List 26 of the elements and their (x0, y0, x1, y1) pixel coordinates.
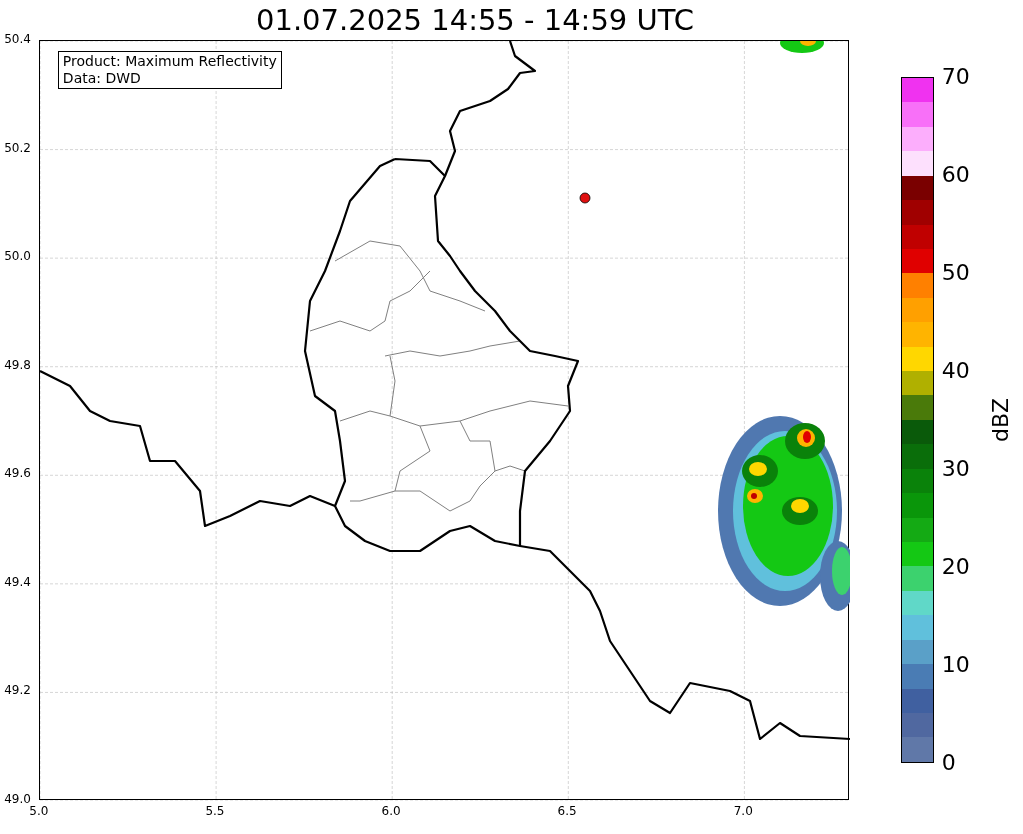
y-tick-label: 49.8 (4, 358, 31, 371)
chart-title: 01.07.2025 14:55 - 14:59 UTC (255, 5, 694, 35)
colorbar-tick-label: 30 (941, 458, 970, 480)
colorbar-tick-label: 40 (941, 360, 970, 382)
y-tick-label: 49.0 (4, 793, 31, 805)
y-tick-label: 49.6 (4, 467, 31, 480)
info-text: Data: DWD (62, 70, 142, 87)
location-marker (579, 192, 591, 204)
colorbar-tick-label: 70 (941, 66, 970, 88)
x-tick-label: 6.0 (381, 805, 401, 817)
colorbar-tick-label: 60 (941, 164, 970, 186)
y-tick-label: 50.2 (4, 141, 31, 154)
x-tick-label: 7.0 (733, 805, 753, 817)
y-tick-label: 50.4 (4, 33, 31, 45)
colorbar-label: dBZ (989, 397, 1012, 443)
colorbar-tick-label: 0 (941, 752, 956, 774)
colorbar-tick-label: 10 (941, 654, 970, 676)
x-tick-label: 5.5 (205, 805, 225, 817)
colorbar-tick-label: 20 (941, 556, 970, 578)
x-tick-label: 5.0 (29, 805, 49, 817)
y-tick-label: 49.4 (4, 575, 31, 588)
x-tick-label: 6.5 (557, 805, 577, 817)
colorbar-tick-label: 50 (941, 262, 970, 284)
info-text: Product: Maximum Reflectivity (62, 53, 277, 70)
y-tick-label: 49.2 (4, 684, 31, 697)
y-tick-label: 50.0 (4, 250, 31, 263)
